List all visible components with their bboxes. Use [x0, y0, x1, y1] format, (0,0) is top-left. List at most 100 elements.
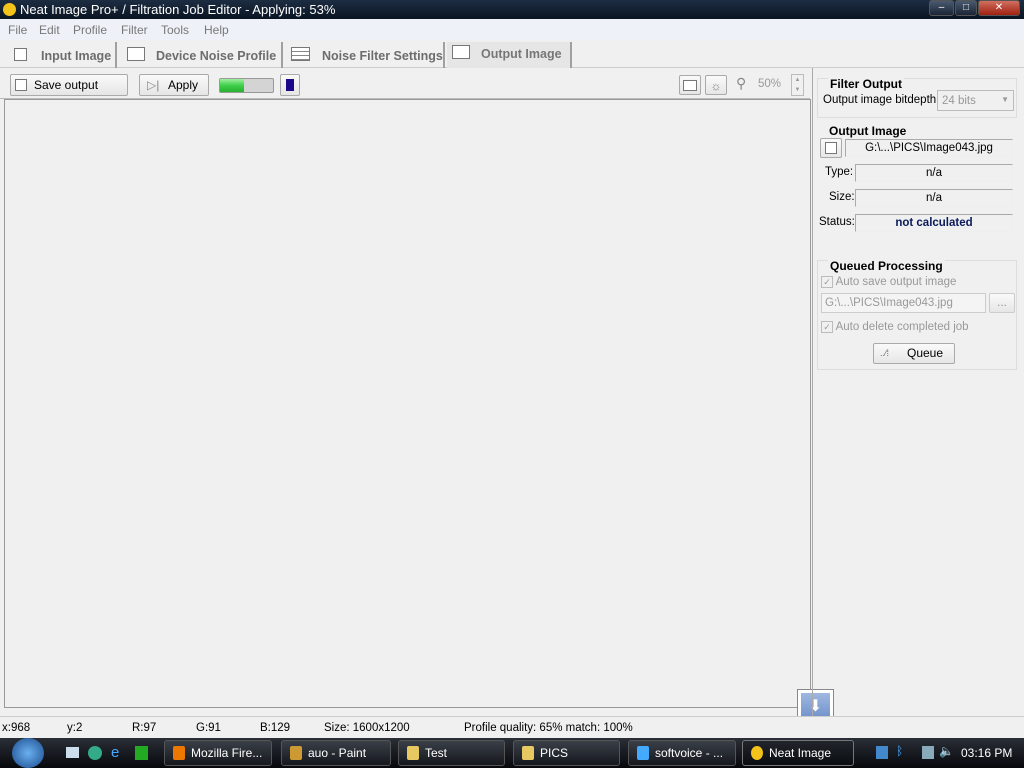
bitdepth-value: 24 bits [942, 95, 976, 107]
status-g: G:91 [196, 722, 221, 734]
image-canvas[interactable] [4, 99, 811, 708]
check-icon: ✓ [821, 276, 833, 288]
close-button[interactable]: ✕ [978, 0, 1020, 16]
queue-path-input[interactable]: G:\...\PICS\Image043.jpg [821, 293, 986, 313]
output-image-icon [452, 45, 470, 59]
status-r: R:97 [132, 722, 157, 734]
auto-save-label: Auto save output image [835, 276, 957, 288]
save-output-image-button[interactable]: Save output image [10, 74, 128, 112]
task-pics[interactable]: PICS [513, 740, 620, 766]
volume-icon[interactable]: 🔈 [939, 744, 954, 758]
window-title: Neat Image Pro+ / Filtration Job Editor … [20, 2, 336, 17]
play-icon: ▷| [147, 78, 160, 92]
taskbar: e Mozilla Fire... auo - Paint Test PICS … [0, 738, 1024, 768]
filter-output-group: Filter Output Output image bitdepth: 24 … [817, 77, 1017, 118]
task-softvoice[interactable]: softvoice - ... [628, 740, 736, 766]
progress-fill [220, 79, 244, 92]
connection-icon[interactable] [922, 746, 934, 759]
stop-icon [286, 79, 294, 91]
switch-windows-icon[interactable] [88, 746, 102, 760]
browse-button[interactable]: ... [989, 293, 1015, 313]
bluetooth-icon[interactable]: ᛒ [896, 744, 903, 758]
output-image-group: Output Image G:\...\PICS\Image043.jpg Ty… [817, 124, 1017, 236]
title-bar: Neat Image Pro+ / Filtration Job Editor … [0, 0, 1024, 19]
queued-processing-group: Queued Processing ✓ Auto save output ima… [817, 259, 1017, 370]
queue-icon: ..⁄⁞ [880, 348, 890, 358]
app-icon [3, 3, 16, 16]
status-label: Status: [819, 216, 855, 228]
right-panel: Filter Output Output image bitdepth: 24 … [812, 68, 1024, 716]
neat-image-icon [751, 746, 763, 760]
compare-view-button[interactable] [679, 75, 701, 95]
auto-delete-label: Auto delete completed job [835, 321, 969, 333]
split-view-icon [683, 80, 697, 91]
apply-button[interactable]: ▷| Apply [139, 74, 209, 96]
zoom-level[interactable]: 50% [758, 78, 781, 90]
camera-icon [127, 47, 145, 61]
type-value: n/a [855, 164, 1013, 182]
ie-icon [637, 746, 649, 760]
menu-tools[interactable]: Tools [161, 23, 189, 37]
minimize-button[interactable]: – [929, 0, 954, 16]
save-output-path-button[interactable] [820, 138, 842, 158]
status-profile-quality: Profile quality: 65% match: 100% [464, 722, 633, 734]
menu-filter[interactable]: Filter [121, 23, 148, 37]
queue-button[interactable]: ..⁄⁞ Queue [873, 343, 955, 364]
tab-label: Input Image [41, 49, 112, 63]
save-icon [825, 142, 837, 154]
show-desktop-icon[interactable] [66, 747, 79, 758]
ie-icon[interactable]: e [111, 744, 119, 761]
chevron-down-icon: ▼ [1001, 95, 1009, 104]
clock[interactable]: 03:16 PM [961, 746, 1012, 760]
auto-save-checkbox[interactable]: ✓ Auto save output image [821, 276, 956, 288]
size-value: n/a [855, 189, 1013, 207]
task-neat-image[interactable]: Neat Image [742, 740, 854, 766]
check-icon: ✓ [821, 321, 833, 333]
stop-button[interactable] [280, 74, 300, 96]
task-label: Test [425, 746, 448, 760]
apply-label: Apply [168, 78, 199, 92]
task-firefox[interactable]: Mozilla Fire... [164, 740, 272, 766]
bitdepth-label: Output image bitdepth: [823, 94, 940, 106]
folder-icon [522, 746, 534, 760]
progress-bar [219, 78, 274, 93]
menu-edit[interactable]: Edit [39, 23, 60, 37]
tab-device-noise-profile[interactable]: Device Noise Profile [119, 42, 283, 68]
output-path-field: G:\...\PICS\Image043.jpg [845, 139, 1013, 157]
status-y: y:2 [67, 722, 83, 734]
tab-bar: Input Image Device Noise Profile Noise F… [0, 40, 1024, 68]
status-x: x:968 [2, 722, 31, 734]
menu-file[interactable]: File [8, 23, 27, 37]
status-bar: x:968 y:2 R:97 G:91 B:129 Size: 1600x120… [0, 716, 1024, 738]
filter-output-title: Filter Output [828, 77, 904, 91]
tab-label: Output Image [481, 47, 562, 61]
tab-noise-filter-settings[interactable]: Noise Filter Settings [285, 42, 445, 68]
tab-input-image[interactable]: Input Image [4, 42, 117, 68]
task-paint[interactable]: auo - Paint [281, 740, 391, 766]
bitdepth-select[interactable]: 24 bits ▼ [937, 90, 1014, 111]
size-label: Size: [829, 191, 855, 203]
task-test[interactable]: Test [398, 740, 505, 766]
menu-profile[interactable]: Profile [73, 23, 107, 37]
task-label: Neat Image [769, 746, 832, 760]
task-label: softvoice - ... [655, 746, 724, 760]
utorrent-icon[interactable] [135, 746, 148, 760]
paint-icon [290, 746, 302, 760]
start-button[interactable] [12, 738, 44, 768]
zoom-spinner[interactable]: ▲ ▼ [791, 74, 804, 96]
task-label: PICS [540, 746, 569, 760]
tab-label: Noise Filter Settings [322, 49, 443, 63]
tab-output-image[interactable]: Output Image [447, 42, 572, 68]
input-image-icon [14, 48, 27, 61]
brightness-button[interactable]: ☼ [705, 75, 727, 95]
task-label: Mozilla Fire... [191, 746, 263, 760]
auto-delete-checkbox[interactable]: ✓ Auto delete completed job [821, 321, 969, 333]
tab-label: Device Noise Profile [156, 49, 277, 63]
task-label: auo - Paint [308, 746, 367, 760]
network-tray-icon[interactable] [876, 746, 888, 759]
filter-settings-icon [291, 47, 310, 61]
folder-icon [407, 746, 419, 760]
status-b: B:129 [260, 722, 291, 734]
menu-help[interactable]: Help [204, 23, 229, 37]
maximize-button[interactable]: □ [955, 0, 977, 16]
